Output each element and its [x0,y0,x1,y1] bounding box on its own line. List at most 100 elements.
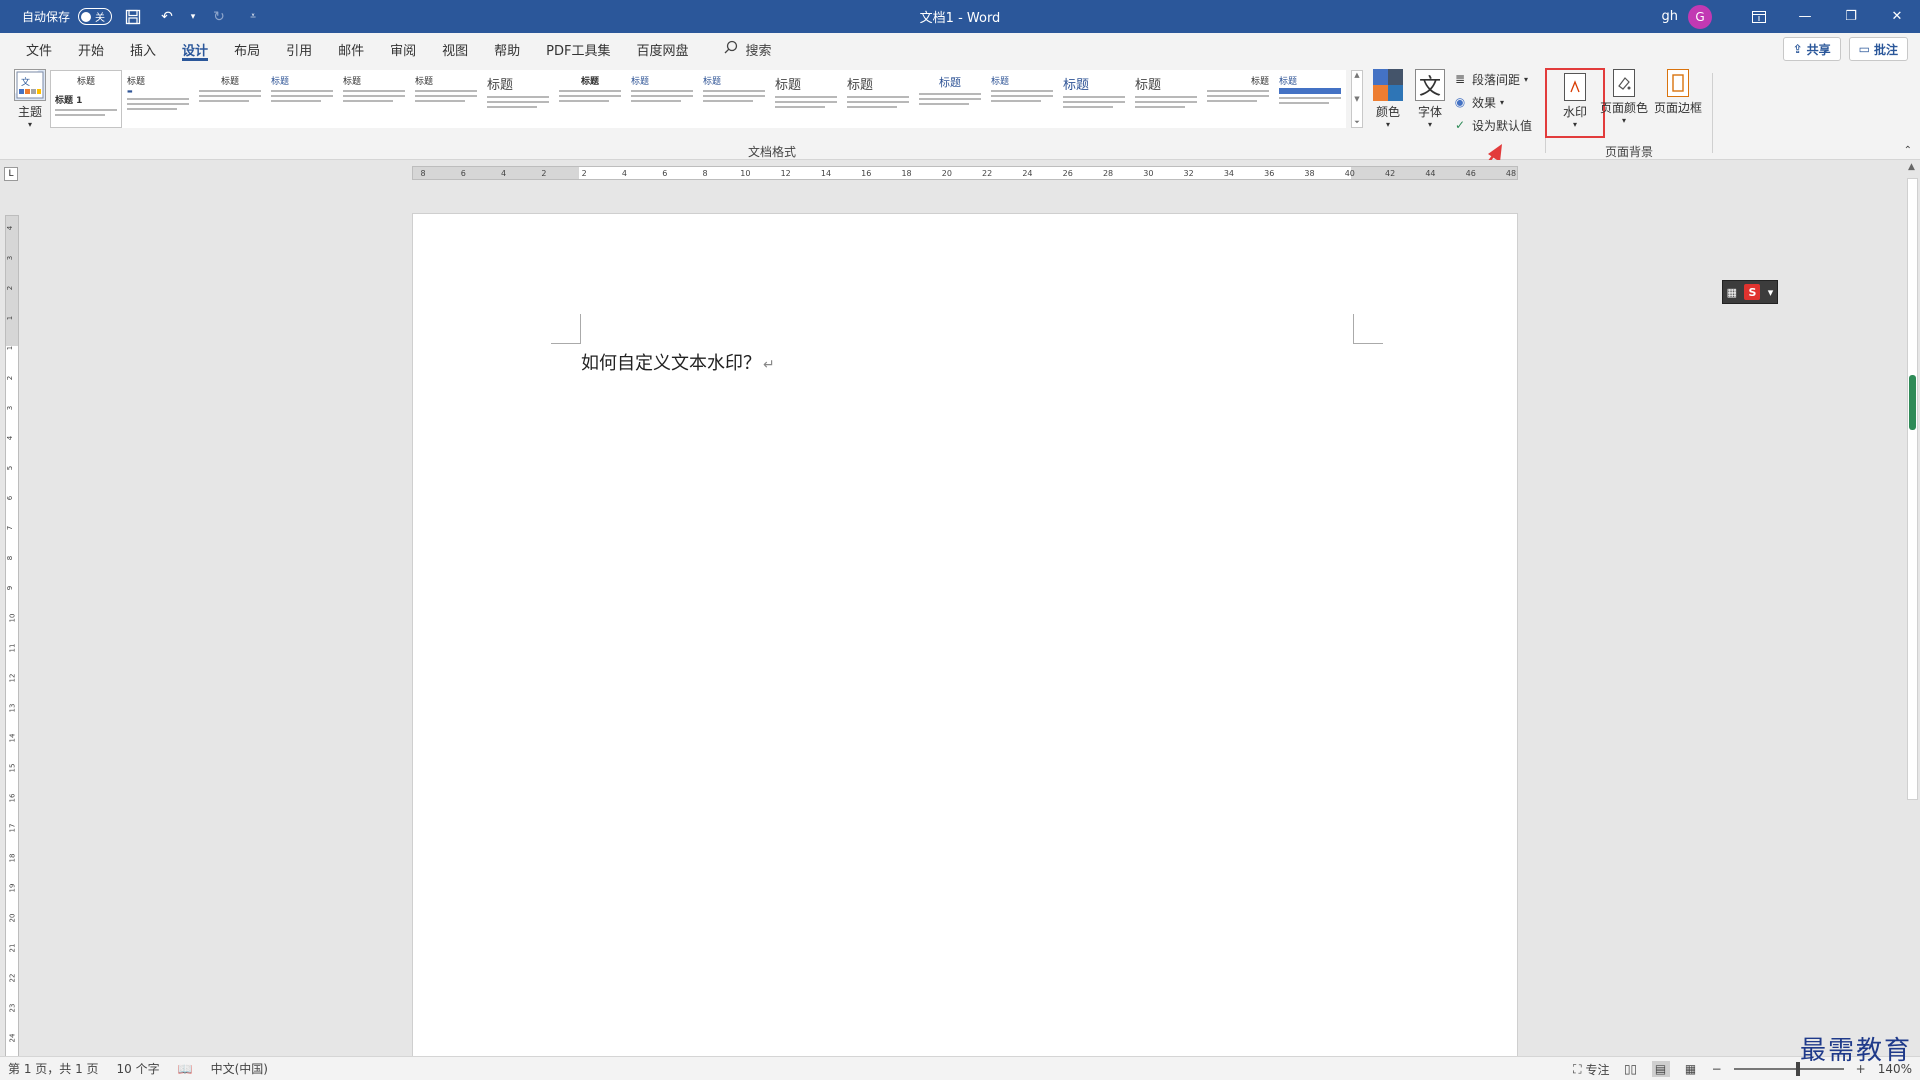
colors-button[interactable]: 颜色 ▾ [1370,69,1406,129]
style-thumb-line [271,90,333,92]
themes-dropdown-icon: ▾ [27,120,32,129]
ruler-tick: 18 [901,169,912,178]
colors-dropdown-icon: ▾ [1385,120,1390,129]
search-icon [724,40,738,58]
tab-view[interactable]: 视图 [429,33,481,65]
focus-button[interactable]: ⛶ 专注 [1573,1061,1609,1078]
vertical-ruler[interactable]: 4 3 2 1 1 2 3 4 5 6 7 8 9 10 11 12 13 14 15 16 17 18 19 20 21 22 2… [5,215,19,1060]
style-set-item[interactable]: 标题 [1274,70,1346,128]
ribbon-display-options-icon[interactable] [1736,0,1782,33]
keyboard-icon[interactable]: ▦ [1727,286,1737,299]
word-count[interactable]: 10 个字 [117,1060,160,1077]
effects-button[interactable]: ◉ 效果 ▾ [1452,92,1532,112]
style-set-item[interactable]: 标题 [1130,70,1202,128]
style-set-item[interactable]: 标题 标题 1 [50,70,122,128]
style-set-item[interactable]: 标题 [194,70,266,128]
style-set-item[interactable]: 标题 [410,70,482,128]
style-set-item[interactable]: 标题 [842,70,914,128]
scroll-thumb[interactable] [1909,375,1916,430]
collapse-ribbon-icon[interactable]: ⌃ [1904,145,1912,156]
tab-baidu-netdisk[interactable]: 百度网盘 [623,33,701,65]
style-set-item[interactable]: 标题 [266,70,338,128]
set-as-default-button[interactable]: ✓ 设为默认值 [1452,115,1532,135]
ruler-tick: 8 [420,169,426,178]
undo-dropdown-icon[interactable]: ▾ [188,4,198,30]
restore-icon[interactable]: ❐ [1828,0,1874,33]
ruler-tick: 30 [1143,169,1154,178]
style-set-item[interactable]: 标题 [482,70,554,128]
ruler-tick: 9 [6,585,15,591]
zoom-out-icon[interactable]: − [1712,1062,1722,1076]
tab-insert[interactable]: 插入 [117,33,169,65]
style-set-item[interactable]: 标题 [914,70,986,128]
scroll-up-icon[interactable]: ▲ [1908,162,1915,172]
style-set-item[interactable]: 标题 [554,70,626,128]
ruler-tick: 5 [6,465,15,471]
tab-design[interactable]: 设计 [169,33,221,65]
toggle-knob [81,11,92,22]
style-thumb-title: 标题 [1135,78,1162,93]
style-set-item[interactable]: 标题 [986,70,1058,128]
comments-button[interactable]: ▭ 批注 [1848,37,1908,61]
style-set-item[interactable]: 标题 ▬ [122,70,194,128]
web-layout-icon[interactable]: ▦ [1682,1061,1700,1077]
fonts-icon: 文 [1415,69,1445,101]
style-thumb-line [631,95,693,97]
style-thumb-title: 标题 [76,77,95,87]
style-set-item[interactable]: 标题 [1058,70,1130,128]
share-button[interactable]: ⇪ 共享 [1782,37,1841,61]
style-set-item[interactable]: 标题 [338,70,410,128]
tab-review[interactable]: 审阅 [377,33,429,65]
document-page[interactable]: 如何自定义文本水印？ ↵ [412,213,1518,1056]
document-text[interactable]: 如何自定义文本水印？ ↵ [581,349,775,375]
autosave-toggle[interactable]: 关 [78,8,113,25]
ruler-tick: 13 [8,703,17,713]
themes-button[interactable]: 文 主题 ▾ [10,69,50,129]
tab-mailings[interactable]: 邮件 [325,33,377,65]
customize-quick-access-icon[interactable]: ⩡ [240,4,266,30]
fonts-button[interactable]: 文 字体 ▾ [1412,69,1448,129]
tab-file[interactable]: 文件 [13,33,65,65]
tab-selector-icon[interactable]: L [4,167,18,181]
read-mode-icon[interactable]: ▯▯ [1622,1061,1640,1077]
zoom-slider[interactable] [1733,1062,1844,1076]
proofing-icon[interactable]: 📖 [178,1062,193,1076]
avatar[interactable]: G [1688,4,1712,29]
style-set-item[interactable]: 标题 [626,70,698,128]
language[interactable]: 中文(中国) [211,1060,268,1077]
tab-references[interactable]: 引用 [273,33,325,65]
style-thumb-line [703,95,765,97]
sogou-logo-icon[interactable]: S [1744,284,1761,300]
horizontal-ruler[interactable]: 8 6 4 2 2 4 6 8 10 12 14 16 18 20 22 24 26 28 30 32 34 36 38 40… [412,166,1518,180]
tab-help[interactable]: 帮助 [481,33,533,65]
search-box[interactable]: 搜索 [724,40,772,59]
minimize-icon[interactable]: — [1782,0,1828,33]
print-layout-icon[interactable]: ▤ [1651,1061,1670,1077]
style-set-item[interactable]: 标题 [770,70,842,128]
watermark-button[interactable]: 水印 ▾ [1545,68,1605,138]
save-icon[interactable] [120,4,146,30]
close-icon[interactable]: ✕ [1874,0,1920,33]
page-count[interactable]: 第 1 页，共 1 页 [8,1060,99,1077]
page-color-button[interactable]: 页面颜色 ▾ [1600,69,1648,125]
ribbon-design: 文 主题 ▾ 标题 标题 1 标题 ▬ 标题 标题 标题 标题 标题 标题 标题 … [0,65,1920,160]
ime-toolbar[interactable]: ▦ S ▾ [1722,280,1778,304]
tab-layout[interactable]: 布局 [221,33,273,65]
vertical-scrollbar[interactable]: ▲ [1905,160,1920,1056]
group-divider [1712,73,1713,153]
user-name[interactable]: gh [1662,9,1679,24]
gallery-down-icon[interactable]: ▼ [1354,95,1359,103]
gallery-scroll[interactable]: ▲ ▼ ⏷ [1351,70,1363,128]
tab-home[interactable]: 开始 [65,33,117,65]
gallery-more-icon[interactable]: ⏷ [1354,118,1360,127]
gallery-up-icon[interactable]: ▲ [1354,71,1359,79]
style-set-item[interactable]: 标题 [698,70,770,128]
ime-menu-icon[interactable]: ▾ [1768,286,1774,299]
scroll-track[interactable] [1907,178,1918,800]
undo-icon[interactable]: ↶ [154,4,180,30]
redo-icon[interactable]: ↻ [206,4,232,30]
style-set-item[interactable]: 标题 [1202,70,1274,128]
tab-pdf-tools[interactable]: PDF工具集 [533,33,623,65]
paragraph-spacing-button[interactable]: ≣ 段落间距 ▾ [1452,69,1532,89]
page-borders-button[interactable]: 页面边框 [1652,69,1704,116]
